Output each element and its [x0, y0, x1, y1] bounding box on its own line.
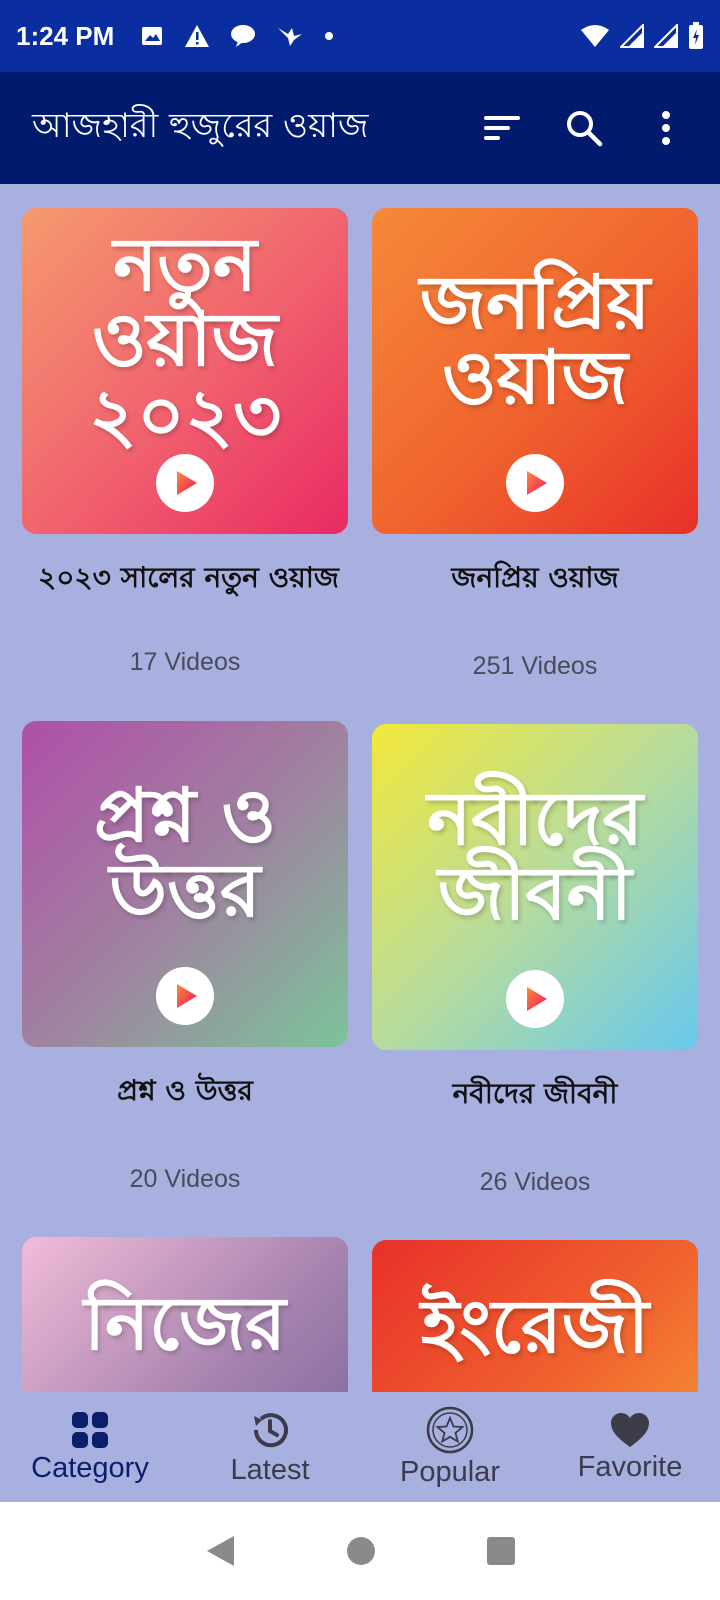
warning-icon — [185, 25, 210, 47]
signal-icon — [620, 24, 644, 48]
page-title: আজহারী হুজুরের ওয়াজ — [32, 105, 369, 146]
play-icon[interactable] — [506, 454, 564, 512]
thumbnail-text: নতুন ওয়াজ ২০২৩ — [88, 221, 282, 459]
search-icon — [567, 111, 603, 147]
nav-popular[interactable]: Popular — [360, 1392, 540, 1502]
category-title: প্রশ্ন ও উত্তর — [117, 1074, 253, 1107]
thumbnail-text: নিজের — [84, 1281, 286, 1368]
status-icons-left — [140, 24, 334, 48]
category-card[interactable]: নতুন ওয়াজ ২০২৩ ২০২৩ সালের নতুন ওয়াজ 17… — [22, 208, 348, 677]
chat-bubble-icon — [231, 25, 256, 47]
star-badge-icon — [426, 1406, 474, 1453]
category-thumbnail[interactable]: ইংরেজী — [372, 1240, 698, 1392]
system-navigation-bar — [0, 1502, 720, 1600]
video-count: 251 Videos — [472, 652, 598, 680]
category-title: ২০২৩ সালের নতুন ওয়াজ — [38, 561, 339, 594]
nav-label: Category — [31, 1451, 149, 1484]
heart-icon — [611, 1412, 649, 1447]
more-vert-icon — [662, 111, 670, 145]
video-count: 17 Videos — [129, 648, 241, 676]
category-thumbnail[interactable]: প্রশ্ন ও উত্তর — [22, 721, 348, 1047]
nav-favorite[interactable]: Favorite — [540, 1392, 720, 1502]
status-time: 1:24 PM — [16, 20, 115, 51]
category-card[interactable]: ইংরেজী — [372, 1240, 698, 1392]
nav-label: Favorite — [577, 1450, 683, 1483]
thumbnail-text: ইংরেজী — [420, 1284, 650, 1371]
bottom-navigation: Category Latest Popular Favorite — [0, 1392, 720, 1502]
play-icon[interactable] — [506, 970, 564, 1028]
category-card[interactable]: প্রশ্ন ও উত্তর প্রশ্ন ও উত্তর 20 Videos — [22, 721, 348, 1194]
battery-icon — [689, 22, 703, 49]
status-bar: 1:24 PM — [0, 0, 720, 72]
category-title: জনপ্রিয় ওয়াজ — [451, 561, 619, 594]
wifi-icon — [581, 25, 609, 47]
home-icon[interactable] — [346, 1536, 376, 1566]
thumbnail-text: প্রশ্ন ও উত্তর — [93, 772, 277, 934]
image-icon — [142, 27, 163, 45]
nav-label: Popular — [400, 1455, 500, 1488]
category-card[interactable]: জনপ্রিয় ওয়াজ জনপ্রিয় ওয়াজ 251 Videos — [372, 208, 698, 681]
video-count: 26 Videos — [479, 1168, 591, 1196]
nav-label: Latest — [230, 1453, 310, 1486]
sort-button[interactable] — [480, 106, 524, 150]
search-button[interactable] — [562, 106, 606, 150]
nav-latest[interactable]: Latest — [180, 1392, 360, 1502]
nav-category[interactable]: Category — [0, 1392, 180, 1502]
sort-icon — [484, 116, 520, 140]
recents-icon[interactable] — [486, 1536, 516, 1566]
category-thumbnail[interactable]: জনপ্রিয় ওয়াজ — [372, 208, 698, 534]
category-grid: নতুন ওয়াজ ২০২৩ ২০২৩ সালের নতুন ওয়াজ 17… — [0, 184, 720, 1392]
play-icon[interactable] — [156, 454, 214, 512]
category-card[interactable]: নিজের — [22, 1237, 348, 1392]
category-thumbnail[interactable]: নবীদের জীবনী — [372, 724, 698, 1050]
thumbnail-text: জনপ্রিয় ওয়াজ — [419, 259, 651, 421]
app-bar-actions — [480, 106, 688, 150]
back-icon[interactable] — [204, 1534, 236, 1568]
category-thumbnail[interactable]: নিজের — [22, 1237, 348, 1392]
category-thumbnail[interactable]: নতুন ওয়াজ ২০২৩ — [22, 208, 348, 534]
history-icon — [253, 1412, 288, 1447]
thumbnail-text: নবীদের জীবনী — [427, 775, 643, 937]
category-title: নবীদের জীবনী — [452, 1077, 618, 1110]
more-options-button[interactable] — [644, 106, 688, 150]
video-count: 20 Videos — [129, 1165, 241, 1193]
category-card[interactable]: নবীদের জীবনী নবীদের জীবনী 26 Videos — [372, 724, 698, 1197]
signal-icon — [654, 24, 678, 48]
play-icon[interactable] — [156, 967, 214, 1025]
dot-icon — [325, 32, 334, 40]
category-grid-icon — [72, 1411, 108, 1448]
status-icons-right — [580, 22, 704, 50]
bird-icon — [278, 28, 303, 46]
app-bar: আজহারী হুজুরের ওয়াজ — [0, 72, 720, 184]
